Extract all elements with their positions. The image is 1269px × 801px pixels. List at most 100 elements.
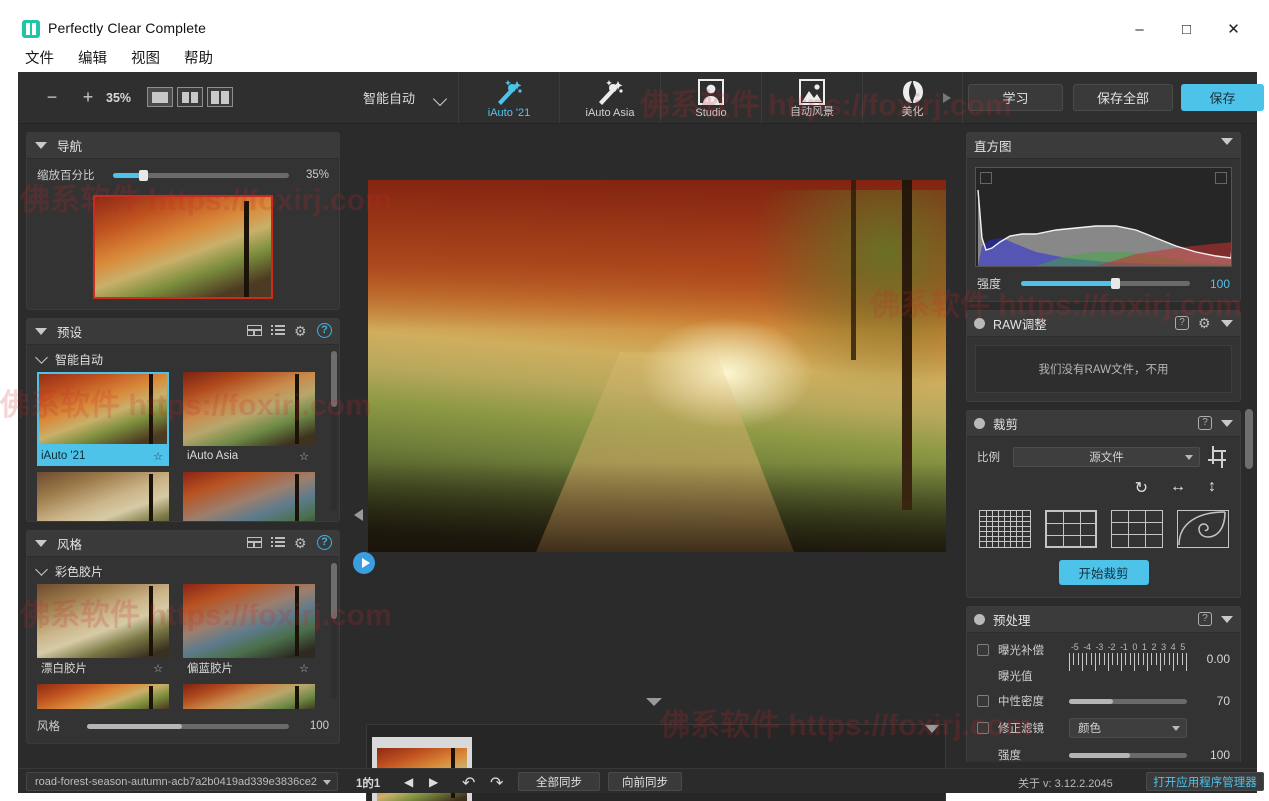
exposure-comp-checkbox[interactable] xyxy=(977,644,989,656)
intensity-slider[interactable] xyxy=(1021,278,1190,289)
histogram-panel-header[interactable]: 直方图 xyxy=(967,133,1240,159)
style-tile-bleach[interactable]: 漂白胶片 ☆ xyxy=(37,584,169,678)
correction-filter-checkbox[interactable] xyxy=(977,722,989,734)
preset-tile-extra-1[interactable] xyxy=(37,472,169,521)
crop-ratio-select[interactable]: 源文件 xyxy=(1013,447,1200,467)
fine-grid-icon[interactable] xyxy=(978,510,1031,548)
triangle-down-icon[interactable] xyxy=(1221,319,1233,327)
grid-view-icon[interactable] xyxy=(247,325,262,336)
undo-button[interactable]: ↶ xyxy=(462,773,475,793)
help-icon[interactable]: ? xyxy=(1175,316,1189,330)
flip-vertical-icon[interactable]: ↕ xyxy=(1208,478,1216,498)
gear-icon[interactable]: ⚙ xyxy=(1198,316,1212,330)
tab-iauto-asia[interactable]: iAuto Asia xyxy=(559,72,660,123)
rotate-icon[interactable]: ↻ xyxy=(1135,478,1148,498)
zoom-in-button[interactable]: + xyxy=(78,88,98,108)
triangle-down-icon[interactable] xyxy=(1221,615,1233,623)
panel-enable-toggle[interactable] xyxy=(974,318,985,329)
filter-strength-slider[interactable] xyxy=(1069,752,1187,758)
presets-panel-header[interactable]: 预设 ⚙ ? xyxy=(27,319,339,345)
style-tile-blue[interactable]: 偏蓝胶片 ☆ xyxy=(183,584,315,678)
redo-button[interactable]: ↷ xyxy=(490,773,503,793)
next-image-button[interactable]: ▶ xyxy=(429,775,438,789)
styles-scrollbar[interactable] xyxy=(331,563,337,699)
preview-play-icon[interactable] xyxy=(353,552,375,574)
tab-strip-next-arrow-icon[interactable] xyxy=(943,93,951,103)
minimize-button[interactable]: – xyxy=(1117,12,1162,46)
presets-scrollbar[interactable] xyxy=(331,351,337,511)
menu-item-edit[interactable]: 编辑 xyxy=(75,46,110,69)
zoom-slider[interactable] xyxy=(113,169,289,181)
save-button[interactable]: 保存 xyxy=(1181,84,1264,111)
preview-image[interactable] xyxy=(368,180,946,552)
filename-select[interactable]: road-forest-season-autumn-acb7a2b0419ad3… xyxy=(26,772,338,791)
flip-horizontal-icon[interactable]: ↔ xyxy=(1170,478,1186,498)
list-view-icon[interactable] xyxy=(271,537,285,548)
maximize-button[interactable]: □ xyxy=(1164,12,1209,46)
styles-panel-header[interactable]: 风格 ⚙ ? xyxy=(27,531,339,557)
crop-panel-header[interactable]: 裁剪 ? xyxy=(967,411,1240,437)
preset-tile-extra-2[interactable] xyxy=(183,472,315,521)
raw-adjust-panel-header[interactable]: RAW调整 ? ⚙ xyxy=(967,311,1240,337)
style-tile-extra-1[interactable] xyxy=(37,684,169,709)
previous-image-button[interactable]: ◀ xyxy=(404,775,413,789)
side-by-side-view-icon[interactable] xyxy=(207,87,233,107)
styles-scroll-area[interactable]: 彩色胶片 漂白胶片 ☆ 偏蓝胶片 ☆ xyxy=(27,557,339,709)
neutral-density-slider[interactable] xyxy=(1069,698,1187,704)
presets-scroll-area[interactable]: 智能自动 iAuto '21 ☆ iAuto Asia ☆ xyxy=(27,345,339,521)
chevron-down-icon[interactable] xyxy=(925,725,939,733)
favorite-star-icon[interactable]: ☆ xyxy=(153,450,163,463)
navigation-panel-header[interactable]: 导航 xyxy=(27,133,339,159)
right-panel-scrollbar[interactable] xyxy=(1245,409,1253,469)
save-all-button[interactable]: 保存全部 xyxy=(1073,84,1173,111)
help-icon[interactable]: ? xyxy=(1198,416,1212,430)
list-view-icon[interactable] xyxy=(271,325,285,336)
crop-tool-icon[interactable] xyxy=(1208,446,1230,468)
favorite-star-icon[interactable]: ☆ xyxy=(153,662,163,675)
collapse-left-arrow-icon[interactable] xyxy=(354,509,363,521)
zoom-out-button[interactable]: − xyxy=(42,88,62,108)
presets-group-header[interactable]: 智能自动 xyxy=(27,345,339,370)
start-crop-button[interactable]: 开始裁剪 xyxy=(1058,560,1149,585)
favorite-star-icon[interactable]: ☆ xyxy=(299,662,309,675)
navigation-thumbnail[interactable] xyxy=(93,195,273,299)
gear-icon[interactable]: ⚙ xyxy=(294,324,308,338)
thirds-grid-icon[interactable] xyxy=(1110,510,1163,548)
preset-tile-iauto-21[interactable]: iAuto '21 ☆ xyxy=(37,372,169,466)
style-tile-extra-2[interactable] xyxy=(183,684,315,709)
open-app-manager-button[interactable]: 打开应用程序管理器 xyxy=(1146,772,1264,791)
favorite-star-icon[interactable]: ☆ xyxy=(299,450,309,463)
styles-group-header[interactable]: 彩色胶片 xyxy=(27,557,339,582)
gear-icon[interactable]: ⚙ xyxy=(294,536,308,550)
tab-auto-landscape[interactable]: 自动风景 xyxy=(761,72,862,123)
golden-spiral-icon[interactable] xyxy=(1176,510,1229,548)
grid-view-icon[interactable] xyxy=(247,537,262,548)
mode-selector[interactable]: 智能自动 xyxy=(363,88,448,107)
sync-forward-button[interactable]: 向前同步 xyxy=(608,772,682,791)
sync-all-button[interactable]: 全部同步 xyxy=(518,772,600,791)
thirds-grid-outlined-icon[interactable] xyxy=(1044,510,1097,548)
close-button[interactable]: ✕ xyxy=(1211,12,1256,46)
help-icon[interactable]: ? xyxy=(1198,612,1212,626)
panel-enable-toggle[interactable] xyxy=(974,418,985,429)
menu-item-view[interactable]: 视图 xyxy=(128,46,163,69)
preprocess-panel-header[interactable]: 预处理 ? xyxy=(967,607,1240,633)
help-icon[interactable]: ? xyxy=(317,535,332,550)
style-strength-slider[interactable] xyxy=(87,723,289,729)
neutral-density-checkbox[interactable] xyxy=(977,695,989,707)
learn-button[interactable]: 学习 xyxy=(968,84,1063,111)
triangle-down-icon[interactable] xyxy=(1221,419,1233,427)
image-canvas[interactable] xyxy=(348,124,958,710)
chevron-down-icon[interactable] xyxy=(646,698,662,706)
tab-iauto-21[interactable]: iAuto '21 xyxy=(458,72,559,123)
exposure-ruler[interactable]: -5 -4 -3 -2 -1 0 1 2 3 4 5 xyxy=(1069,642,1187,674)
help-icon[interactable]: ? xyxy=(317,323,332,338)
correction-filter-select[interactable]: 颜色 xyxy=(1069,718,1187,738)
preset-tile-iauto-asia[interactable]: iAuto Asia ☆ xyxy=(183,372,315,466)
single-view-icon[interactable] xyxy=(147,87,173,107)
menu-item-file[interactable]: 文件 xyxy=(22,46,57,69)
menu-item-help[interactable]: 帮助 xyxy=(181,46,216,69)
triangle-down-icon[interactable] xyxy=(1221,138,1233,145)
split-view-icon[interactable] xyxy=(177,87,203,107)
tab-studio[interactable]: Studio xyxy=(660,72,761,123)
